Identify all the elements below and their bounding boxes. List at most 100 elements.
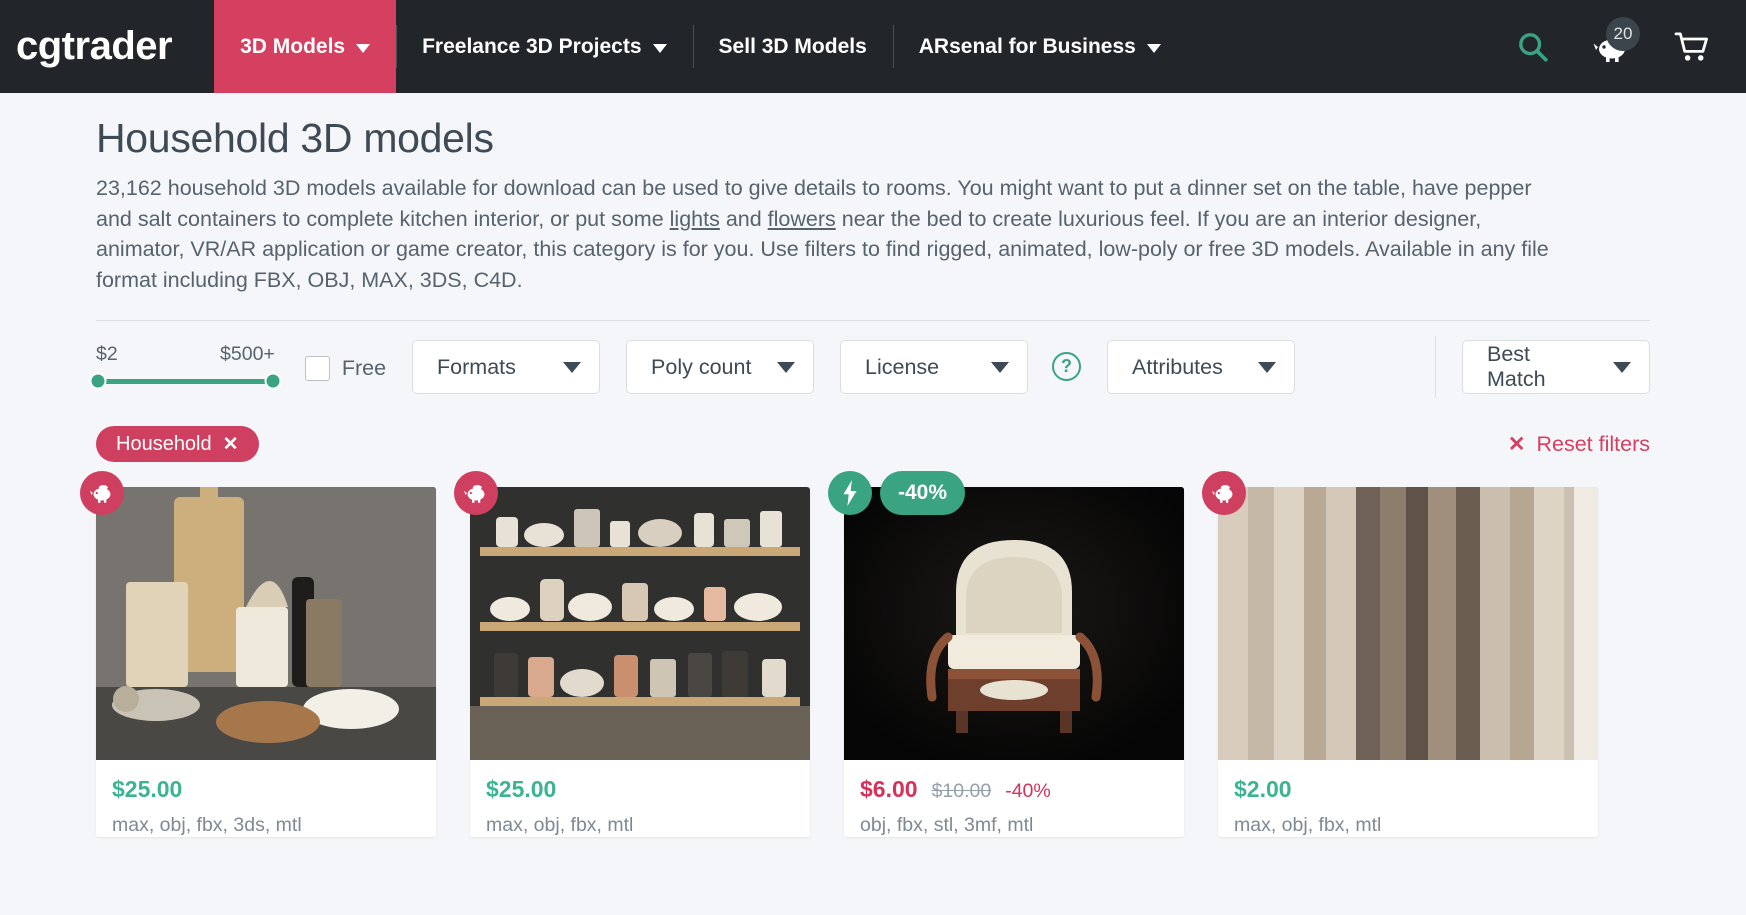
filter-divider: [1435, 336, 1436, 398]
page-title: Household 3D models: [96, 115, 494, 161]
card-badges: [80, 471, 124, 515]
free-filter[interactable]: Free: [304, 355, 387, 381]
price-min-label: $2: [96, 342, 118, 365]
card-info: $6.00 $10.00 -40% obj, fbx, stl, 3mf, mt…: [844, 760, 1184, 837]
model-card[interactable]: -40% $6.00 $10.00 -40% obj, fbx, stl, 3m…: [828, 471, 1184, 837]
dropdown-attributes[interactable]: Attributes: [1107, 340, 1296, 394]
piggy-bank-icon: [1211, 485, 1233, 503]
nav-item-3d-models[interactable]: 3D Models: [214, 0, 397, 93]
close-icon: ✕: [1507, 432, 1526, 456]
dropdown-label: Best Match: [1487, 342, 1546, 391]
dropdown-sort[interactable]: Best Match: [1462, 340, 1650, 394]
price-slider-track[interactable]: [89, 372, 282, 390]
chevron-down-icon: [991, 361, 1010, 373]
filter-bar: $2 $500+ Free Formats Poly count License…: [89, 321, 1650, 401]
link-flowers[interactable]: flowers: [768, 207, 836, 231]
dropdown-formats[interactable]: Formats: [412, 340, 601, 394]
badge-savings: [454, 471, 498, 515]
card-discount: -40%: [1005, 780, 1051, 802]
search-button[interactable]: [1516, 30, 1550, 64]
chevron-down-icon: [1258, 361, 1277, 373]
lightning-bolt-icon: [843, 480, 857, 506]
free-label: Free: [341, 355, 387, 380]
card-price-row: $25.00: [112, 776, 420, 803]
card-old-price: $10.00: [931, 780, 992, 802]
badge-savings: [1202, 471, 1246, 515]
chip-label: Household: [116, 432, 212, 455]
model-thumbnail[interactable]: [470, 487, 810, 760]
nav-item-freelance-3d-projects[interactable]: Freelance 3D Projects: [396, 0, 692, 93]
page-content: Household 3D models 23,162 household 3D …: [0, 93, 1746, 841]
card-formats: obj, fbx, stl, 3mf, mtl: [860, 814, 1034, 836]
price-range-filter[interactable]: $2 $500+: [89, 339, 282, 390]
card-info: $25.00 max, obj, fbx, 3ds, mtl: [96, 760, 436, 837]
price-max-label: $500+: [220, 342, 275, 365]
shopping-cart-icon: [1674, 32, 1708, 61]
chevron-down-icon: [563, 361, 582, 373]
card-badges: [454, 471, 498, 515]
close-icon[interactable]: ✕: [223, 433, 239, 456]
card-price: $25.00: [486, 776, 557, 802]
card-formats: max, obj, fbx, mtl: [486, 814, 634, 836]
reset-filters-label: Reset filters: [1536, 431, 1650, 456]
nav-label: Freelance 3D Projects: [422, 34, 642, 58]
dropdown-label: Poly count: [651, 354, 752, 379]
model-results-grid: $25.00 max, obj, fbx, 3ds, mtl $25.00 ma…: [80, 471, 1650, 841]
card-price: $2.00: [1234, 776, 1292, 802]
piggy-bank-icon: [463, 485, 485, 503]
card-price: $25.00: [112, 776, 183, 802]
chevron-down-icon: [652, 43, 667, 53]
card-info: $2.00 max, obj, fbx, mtl: [1218, 760, 1598, 837]
dropdown-license[interactable]: License: [840, 340, 1029, 394]
armchair-thumbnail-image: [844, 487, 1184, 760]
chevron-down-icon: [1613, 361, 1631, 373]
card-badges: -40%: [828, 471, 966, 515]
top-navbar: cgtrader 3D Models Freelance 3D Projects…: [0, 0, 1746, 93]
chevron-down-icon: [1146, 43, 1161, 53]
badge-discount: -40%: [880, 471, 966, 515]
nav-actions: 20: [1516, 0, 1746, 93]
badge-staff-pick: [828, 471, 872, 515]
cart-button[interactable]: [1674, 31, 1710, 63]
card-price-row: $6.00 $10.00 -40%: [860, 776, 1168, 803]
description-text-2: and: [719, 206, 768, 231]
dropdown-poly-count[interactable]: Poly count: [626, 340, 815, 394]
card-info: $25.00 max, obj, fbx, mtl: [470, 760, 810, 837]
link-lights[interactable]: lights: [670, 207, 720, 231]
reset-filters-button[interactable]: ✕ Reset filters: [1508, 432, 1650, 457]
dropdown-label: License: [865, 354, 940, 379]
active-filters-row: Household ✕ ✕ Reset filters: [96, 421, 1650, 467]
savings-button[interactable]: 20: [1592, 16, 1640, 63]
nav-label: 3D Models: [240, 34, 346, 58]
savings-badge: 20: [1606, 16, 1640, 51]
nav-label: Sell 3D Models: [718, 34, 867, 58]
ceramic-dishware-shelves-thumbnail-image: [470, 487, 810, 760]
card-badges: [1202, 471, 1246, 515]
nav-item-arsenal-for-business[interactable]: ARsenal for Business: [892, 0, 1187, 93]
dropdown-label: Formats: [437, 354, 516, 379]
nav-item-sell-3d-models[interactable]: Sell 3D Models: [692, 0, 893, 93]
model-thumbnail[interactable]: [1218, 487, 1598, 760]
nav-label: ARsenal for Business: [918, 34, 1136, 58]
site-logo[interactable]: cgtrader: [0, 0, 214, 93]
model-card[interactable]: $2.00 max, obj, fbx, mtl: [1202, 471, 1598, 837]
card-price-row: $2.00: [1234, 776, 1582, 803]
main-nav: 3D Models Freelance 3D Projects Sell 3D …: [214, 0, 1187, 93]
price-slider-handle-max[interactable]: [264, 372, 282, 390]
price-range-labels: $2 $500+: [96, 343, 275, 366]
card-price-row: $25.00: [486, 776, 794, 803]
license-help-icon[interactable]: ?: [1052, 351, 1082, 381]
chevron-down-icon: [777, 361, 796, 373]
chevron-down-icon: [356, 43, 371, 53]
page-description: 23,162 household 3D models available for…: [96, 162, 1556, 295]
model-thumbnail[interactable]: [96, 487, 436, 760]
filter-chip-household[interactable]: Household ✕: [96, 426, 259, 462]
badge-savings: [80, 471, 124, 515]
model-thumbnail[interactable]: [844, 487, 1184, 760]
free-checkbox[interactable]: [304, 355, 330, 381]
card-formats: max, obj, fbx, 3ds, mtl: [112, 814, 302, 836]
model-card[interactable]: $25.00 max, obj, fbx, 3ds, mtl: [80, 471, 436, 837]
model-card[interactable]: $25.00 max, obj, fbx, mtl: [454, 471, 810, 837]
price-slider-handle-min[interactable]: [89, 372, 107, 390]
curtains-thumbnail-image: [1218, 487, 1598, 760]
